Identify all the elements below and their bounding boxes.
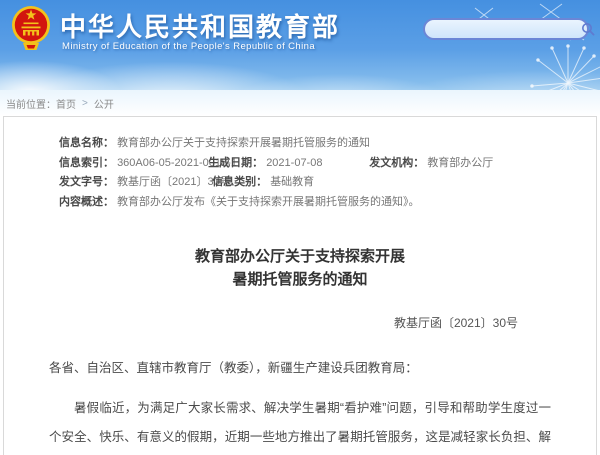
breadcrumb-home-link[interactable]: 首页 bbox=[56, 96, 76, 111]
content-panel: 信息名称： 教育部办公厅关于支持探索开展暑期托管服务的通知 信息索引： 360A… bbox=[3, 116, 597, 455]
meta-agency-value: 教育部办公厅 bbox=[427, 157, 493, 169]
meta-docno-label: 发文字号： bbox=[59, 176, 114, 188]
breadcrumb-prefix: 当前位置： bbox=[6, 96, 56, 111]
document-meta: 信息名称： 教育部办公厅关于支持探索开展暑期托管服务的通知 信息索引： 360A… bbox=[59, 134, 596, 212]
meta-name-label: 信息名称： bbox=[59, 137, 114, 149]
meta-row-name: 信息名称： 教育部办公厅关于支持探索开展暑期托管服务的通知 bbox=[59, 134, 596, 154]
meta-category-label: 信息类别： bbox=[212, 176, 267, 188]
meta-row-index-date-agency: 信息索引： 360A06-05-2021-0018-1 生成日期： 2021-0… bbox=[59, 154, 596, 174]
document-title: 教育部办公厅关于支持探索开展 暑期托管服务的通知 bbox=[4, 245, 596, 291]
meta-summary-label: 内容概述： bbox=[59, 196, 114, 208]
national-emblem-icon bbox=[11, 4, 51, 52]
meta-index-value: 360A06-05-2021-0018-1 bbox=[117, 154, 205, 174]
site-subtitle: Ministry of Education of the People's Re… bbox=[62, 41, 315, 52]
document-number: 教基厅函〔2021〕30号 bbox=[4, 314, 596, 331]
salutation: 各省、自治区、直辖市教育厅（教委），新疆生产建设兵团教育局： bbox=[49, 358, 551, 378]
site-title: 中华人民共和国教育部 bbox=[60, 7, 340, 44]
meta-agency-label: 发文机构： bbox=[369, 157, 424, 169]
meta-docno-value: 教基厅函〔2021〕30号 bbox=[117, 173, 209, 193]
meta-name-value: 教育部办公厅关于支持探索开展暑期托管服务的通知 bbox=[117, 137, 370, 149]
body-paragraph-1: 暑假临近，为满足广大家长需求、解决学生暑期“看护难”问题，引导和帮助学生度过一个… bbox=[49, 394, 551, 455]
meta-category-value: 基础教育 bbox=[270, 176, 314, 188]
document-title-line2: 暑期托管服务的通知 bbox=[232, 271, 367, 288]
document-title-line1: 教育部办公厅关于支持探索开展 bbox=[195, 248, 405, 265]
meta-date-label: 生成日期： bbox=[208, 157, 263, 169]
meta-index-label: 信息索引： bbox=[59, 157, 114, 169]
meta-row-docno-category: 发文字号： 教基厅函〔2021〕30号 信息类别： 基础教育 bbox=[59, 173, 596, 193]
meta-summary-value: 教育部办公厅发布《关于支持探索开展暑期托管服务的通知》。 bbox=[117, 196, 420, 208]
site-banner: 中华人民共和国教育部 Ministry of Education of the … bbox=[0, 0, 600, 90]
document-body: 各省、自治区、直辖市教育厅（教委），新疆生产建设兵团教育局： 暑假临近，为满足广… bbox=[4, 358, 596, 455]
breadcrumb: 当前位置： 首页 > 公开 bbox=[0, 90, 600, 116]
breadcrumb-separator: > bbox=[82, 98, 88, 109]
meta-date-value: 2021-07-08 bbox=[266, 154, 366, 174]
meta-row-summary: 内容概述： 教育部办公厅发布《关于支持探索开展暑期托管服务的通知》。 bbox=[59, 193, 596, 213]
breadcrumb-section-link[interactable]: 公开 bbox=[94, 96, 114, 111]
dandelion-decor-icon bbox=[508, 28, 600, 90]
